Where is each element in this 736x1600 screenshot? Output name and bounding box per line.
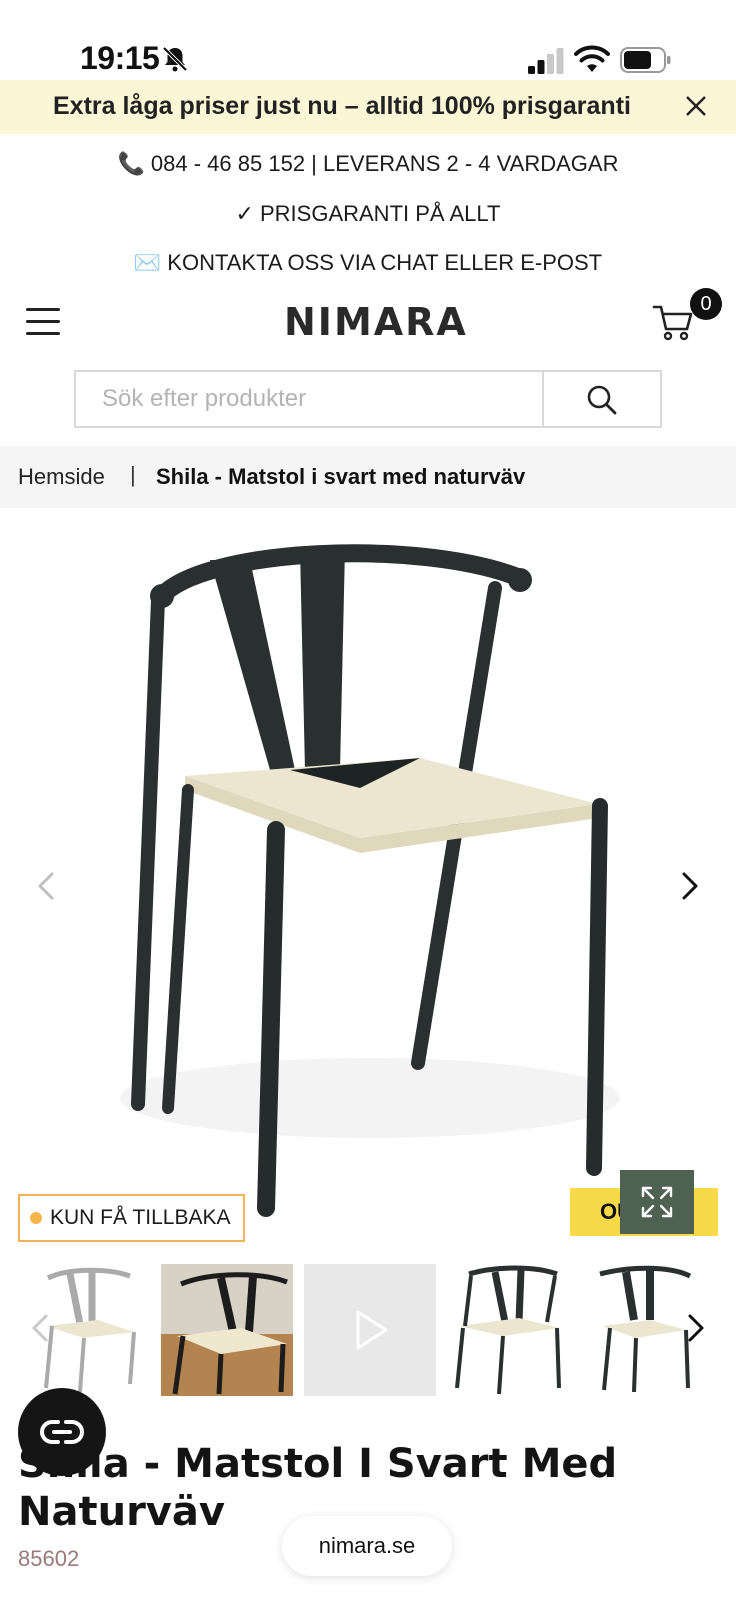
thumbnail-room-image — [161, 1264, 293, 1396]
site-header: NIMARA — [0, 290, 736, 354]
usp-text: PRISGARANTI PÅ ALLT — [259, 201, 501, 226]
chat-icon — [40, 1420, 84, 1444]
status-bar: 19:15 — [0, 0, 736, 80]
product-image[interactable] — [0, 508, 736, 1238]
cart-count-badge: 0 — [690, 288, 722, 320]
expand-icon — [641, 1186, 673, 1218]
thumbnail-chair-image — [455, 1265, 561, 1395]
hamburger-menu-icon[interactable] — [26, 308, 60, 336]
thumbnail-2[interactable] — [161, 1264, 293, 1396]
product-gallery: KUN FÅ TILLBAKA OU — [0, 508, 736, 1242]
status-time: 19:15 — [80, 40, 160, 76]
usp-text: KONTAKTA OSS VIA CHAT ELLER E-POST — [167, 250, 603, 275]
battery-icon — [620, 47, 671, 73]
stock-status-badge: KUN FÅ TILLBAKA — [18, 1194, 245, 1242]
thumbnail-video[interactable] — [304, 1264, 436, 1396]
search-bar — [74, 370, 662, 428]
search-icon — [587, 385, 617, 415]
search-button[interactable] — [542, 372, 660, 426]
gallery-next-icon[interactable] — [672, 868, 708, 904]
gallery-prev-icon[interactable] — [30, 868, 66, 904]
usp-contact: ✉️ KONTAKTA OSS VIA CHAT ELLER E-POST — [0, 250, 736, 276]
close-icon[interactable] — [682, 92, 710, 120]
usp-price-guarantee: ✓ PRISGARANTI PÅ ALLT — [0, 201, 736, 227]
chat-button[interactable] — [18, 1388, 106, 1476]
usp-phone-delivery: 📞 084 - 46 85 152 | LEVERANS 2 - 4 VARDAG… — [0, 151, 736, 177]
breadcrumb: Hemside | Shila - Matstol i svart med na… — [0, 446, 736, 508]
thumbnail-4[interactable] — [447, 1264, 579, 1396]
stock-dot-icon — [30, 1212, 42, 1224]
promo-text: Extra låga priser just nu – alltid 100% … — [53, 92, 631, 120]
cellular-signal-icon — [528, 48, 564, 74]
wifi-icon — [574, 45, 610, 72]
product-sku: 85602 — [18, 1546, 80, 1571]
search-input[interactable] — [76, 372, 542, 426]
breadcrumb-separator: | — [130, 462, 136, 487]
stock-status-text: KUN FÅ TILLBAKA — [50, 1206, 231, 1229]
muted-bell-icon — [162, 46, 188, 72]
promo-banner: Extra låga priser just nu – alltid 100% … — [0, 80, 736, 134]
expand-image-button[interactable] — [620, 1170, 694, 1234]
browser-url-pill[interactable]: nimara.se — [282, 1516, 452, 1576]
phone-icon: 📞 — [117, 151, 145, 176]
check-icon: ✓ — [235, 201, 254, 226]
thumbnails-next-icon[interactable] — [678, 1310, 714, 1346]
thumbnail-strip — [0, 1262, 736, 1398]
breadcrumb-current: Shila - Matstol i svart med naturväv — [156, 464, 526, 489]
breadcrumb-home-link[interactable]: Hemside — [18, 464, 105, 490]
cart-icon[interactable] — [652, 302, 694, 342]
site-logo[interactable]: NIMARA — [284, 300, 468, 344]
play-icon — [356, 1310, 388, 1350]
envelope-icon: ✉️ — [133, 250, 162, 275]
thumbnails-prev-icon[interactable] — [24, 1310, 60, 1346]
usp-text: 084 - 46 85 152 | LEVERANS 2 - 4 VARDAGA… — [150, 151, 619, 176]
